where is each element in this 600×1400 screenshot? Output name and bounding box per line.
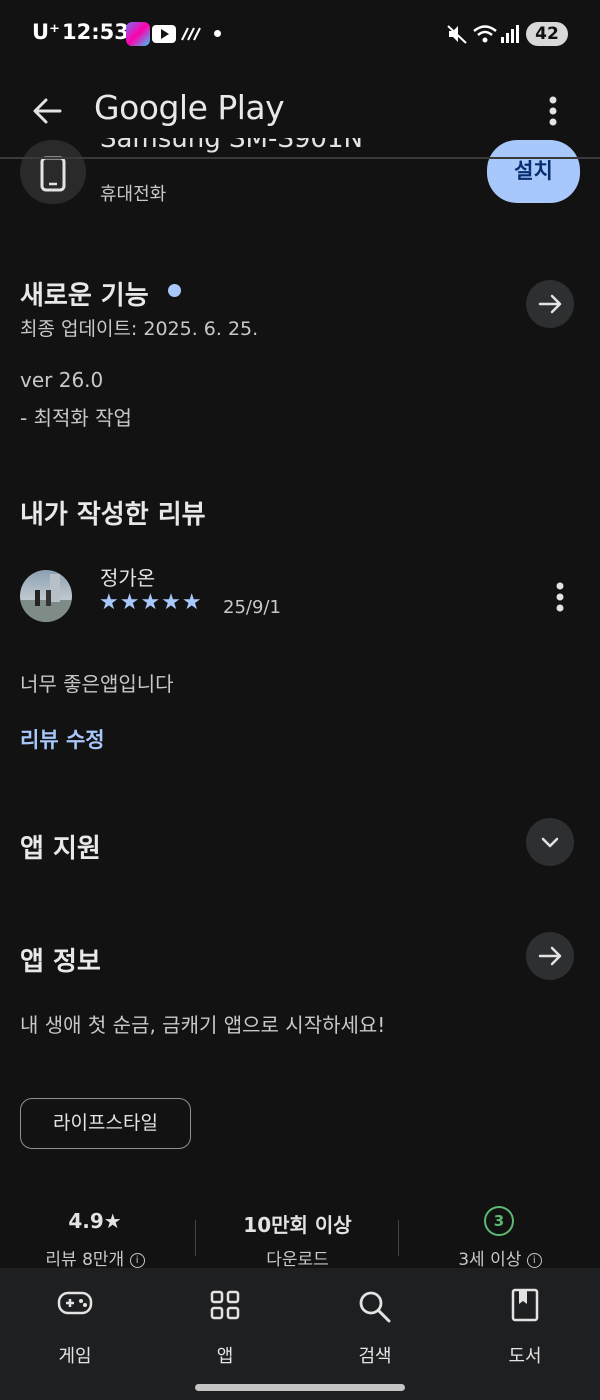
app-support-expand-button[interactable] (526, 818, 574, 866)
app-info-title: 앱 정보 (20, 947, 101, 977)
category-chip[interactable]: 라이프스타일 (20, 1098, 191, 1149)
app-notification-icon (126, 22, 150, 46)
nav-item-games[interactable]: 게임 (0, 1268, 150, 1378)
age-rating-text: 3세 이상 (458, 1250, 522, 1270)
stat-divider (195, 1220, 196, 1256)
device-name: Samsung SM-S901N (100, 138, 363, 154)
nav-item-search[interactable]: 검색 (300, 1268, 450, 1378)
signal-icon (501, 25, 519, 43)
review-date: 25/9/1 (223, 597, 281, 618)
clock: 12:53 (62, 20, 129, 44)
nav-item-apps[interactable]: 앱 (150, 1268, 300, 1378)
download-count: 10만회 이상 (243, 1213, 352, 1237)
gamepad-icon (57, 1291, 93, 1315)
wifi-icon (473, 25, 497, 43)
apps-grid-icon (210, 1290, 240, 1320)
notification-dot-icon (214, 30, 221, 37)
battery-indicator: 42 (526, 22, 568, 46)
status-bar: U⁺ 12:53 42 (0, 0, 600, 68)
reviewer-name: 정가온 (100, 566, 156, 590)
age-rating-label[interactable]: 3세 이상 i (420, 1245, 580, 1270)
home-indicator[interactable] (195, 1384, 405, 1391)
battery-level: 42 (535, 24, 559, 44)
stripes-icon (181, 27, 201, 41)
app-info-arrow-button[interactable] (526, 932, 574, 980)
back-arrow-icon[interactable] (32, 96, 62, 126)
arrow-right-icon (538, 946, 562, 966)
edit-review-link[interactable]: 리뷰 수정 (20, 724, 105, 754)
carrier-label: U⁺ (32, 20, 61, 44)
avatar-image (20, 574, 72, 622)
reviewer-avatar (20, 570, 72, 622)
new-indicator-dot (168, 284, 181, 297)
device-name-clip: Samsung SM-S901N (100, 138, 470, 158)
info-icon: i (129, 1252, 145, 1268)
app-support-title: 앱 지원 (20, 834, 101, 864)
age-rating-badge: 3 (484, 1206, 514, 1236)
device-avatar (20, 140, 86, 204)
chevron-down-icon (541, 837, 559, 848)
whats-new-arrow-button[interactable] (526, 280, 574, 328)
release-notes: - 최적화 작업 (20, 406, 132, 430)
stat-divider (398, 1220, 399, 1256)
mute-icon (447, 25, 467, 44)
app-bar-divider (0, 157, 600, 159)
app-description: 내 생애 첫 순금, 금캐기 앱으로 시작하세요! (20, 1013, 386, 1037)
version-text: ver 26.0 (20, 368, 104, 392)
search-icon (359, 1291, 391, 1323)
rating-value: 4.9★ (68, 1209, 122, 1233)
my-review-title: 내가 작성한 리뷰 (20, 500, 206, 530)
review-stars: ★★★★★ (99, 590, 203, 615)
whats-new-title: 새로운 기능 (20, 281, 149, 311)
install-button[interactable]: 설치 (487, 140, 580, 203)
nav-label-games: 게임 (58, 1346, 92, 1367)
last-updated: 최종 업데이트: 2025. 6. 25. (20, 318, 259, 340)
book-icon (511, 1288, 539, 1322)
nav-label-books: 도서 (508, 1346, 542, 1367)
info-icon: i (526, 1252, 542, 1268)
youtube-icon (152, 25, 176, 43)
review-more-icon[interactable] (552, 582, 568, 612)
review-count: 리뷰 8만개 (45, 1250, 125, 1270)
device-type: 휴대전화 (100, 184, 167, 205)
arrow-right-icon (538, 294, 562, 314)
phone-icon (40, 156, 66, 192)
download-label: 다운로드 (266, 1250, 329, 1270)
nav-label-search: 검색 (358, 1346, 392, 1367)
review-count-label[interactable]: 리뷰 8만개 i (20, 1245, 170, 1270)
review-text: 너무 좋은앱입니다 (20, 672, 174, 696)
nav-label-apps: 앱 (216, 1346, 234, 1367)
more-options-icon[interactable] (545, 96, 561, 128)
app-bar-title: Google Play (94, 88, 285, 127)
nav-item-books[interactable]: 도서 (450, 1268, 600, 1378)
